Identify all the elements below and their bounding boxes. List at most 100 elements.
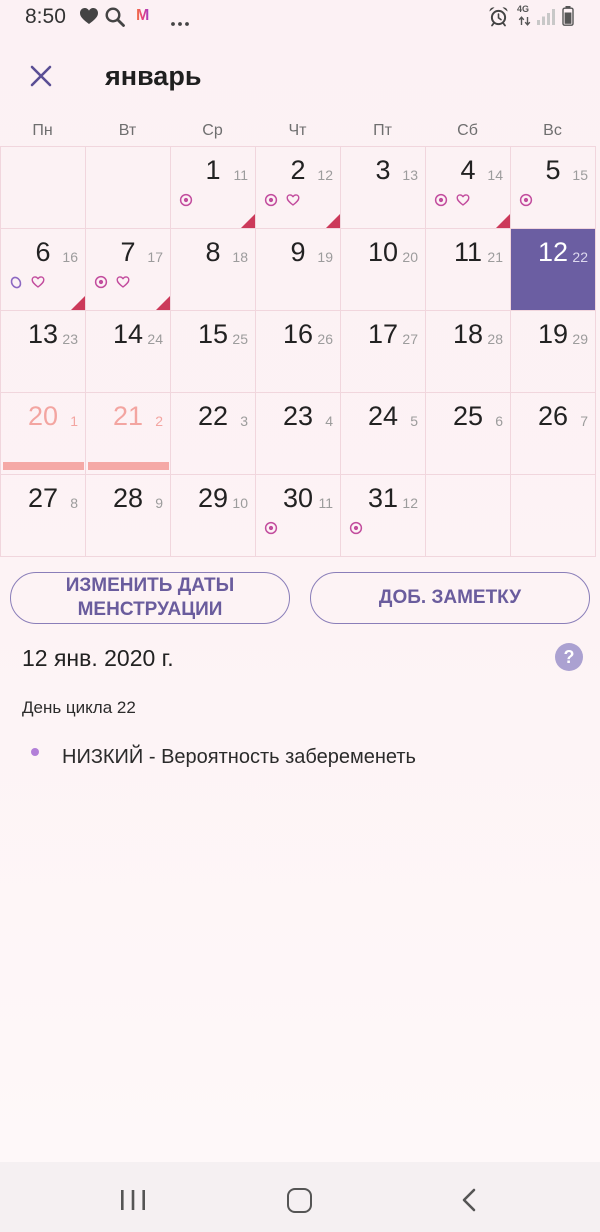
- day-cell[interactable]: 3 13: [341, 147, 426, 229]
- empty-cell: [86, 147, 171, 229]
- dot-circle-icon: [349, 521, 363, 535]
- dot-circle-icon: [519, 193, 533, 207]
- signal-icon: [537, 8, 555, 25]
- day-cell[interactable]: 9 19: [256, 229, 341, 311]
- day-cell[interactable]: 18 28: [426, 311, 511, 393]
- cycle-day-number: 16: [62, 249, 78, 265]
- period-bar: [3, 462, 84, 470]
- cycle-day-number: 21: [487, 249, 503, 265]
- dot-circle-icon: [264, 521, 278, 535]
- cycle-day-number: 12: [402, 495, 418, 511]
- day-cell[interactable]: 23 4: [256, 393, 341, 475]
- back-icon[interactable]: [461, 1188, 477, 1212]
- dot-circle-icon: [94, 275, 108, 289]
- cycle-day-number: 26: [317, 331, 333, 347]
- empty-cell: [1, 147, 86, 229]
- weekday-label: Вс: [543, 122, 562, 139]
- cycle-day-number: 28: [487, 331, 503, 347]
- period-bar: [88, 462, 169, 470]
- weekday-label: Сб: [457, 122, 478, 139]
- day-cell[interactable]: 29 10: [171, 475, 256, 557]
- network-icon: 4G: [517, 5, 532, 27]
- day-cell[interactable]: 31 12: [341, 475, 426, 557]
- add-note-button[interactable]: ДОБ. ЗАМЕТКУ: [310, 572, 590, 624]
- day-cell[interactable]: 6 16: [1, 229, 86, 311]
- cycle-day-number: 13: [402, 167, 418, 183]
- pregnancy-chance-text: НИЗКИЙ - Вероятность забеременеть: [62, 746, 416, 768]
- search-icon: [104, 6, 126, 28]
- day-cell[interactable]: 15 25: [171, 311, 256, 393]
- day-cell[interactable]: 14 24: [86, 311, 171, 393]
- weekday-label: Пт: [373, 122, 392, 139]
- note-flag-marker: [326, 214, 340, 228]
- edit-period-dates-button[interactable]: ИЗМЕНИТЬ ДАТЫ МЕНСТРУАЦИИ: [10, 572, 290, 624]
- day-cell[interactable]: 10 20: [341, 229, 426, 311]
- home-icon[interactable]: [287, 1188, 312, 1213]
- day-cell[interactable]: 7 17: [86, 229, 171, 311]
- day-cell[interactable]: 28 9: [86, 475, 171, 557]
- weekday-label: Пн: [32, 122, 53, 139]
- day-cell[interactable]: 5 15: [511, 147, 596, 229]
- day-cell[interactable]: 16 26: [256, 311, 341, 393]
- cycle-day-number: 4: [325, 413, 333, 429]
- weekday-label: Вт: [118, 122, 137, 139]
- cycle-day-number: 27: [402, 331, 418, 347]
- day-cell[interactable]: 26 7: [511, 393, 596, 475]
- dot-circle-icon: [264, 193, 278, 207]
- day-cell[interactable]: 4 14: [426, 147, 511, 229]
- cycle-day-number: 11: [318, 495, 333, 511]
- day-cell[interactable]: 22 3: [171, 393, 256, 475]
- day-cell[interactable]: 212: [86, 393, 171, 475]
- day-cell[interactable]: 11 21: [426, 229, 511, 311]
- more-dots-icon: [170, 14, 190, 26]
- dot-circle-icon: [179, 193, 193, 207]
- weekday-label: Чт: [288, 122, 307, 139]
- day-cell[interactable]: 25 6: [426, 393, 511, 475]
- status-bar: 8:50 M 4G: [0, 0, 600, 36]
- day-icons: [519, 193, 533, 207]
- heart-icon: [456, 193, 470, 207]
- day-cell[interactable]: 27 8: [1, 475, 86, 557]
- oval-icon: [9, 275, 23, 289]
- day-cell[interactable]: 12 22: [511, 229, 596, 311]
- cycle-day-number: 11: [233, 167, 248, 183]
- day-cell[interactable]: 24 5: [341, 393, 426, 475]
- day-cell[interactable]: 30 11: [256, 475, 341, 557]
- day-cell[interactable]: 1 11: [171, 147, 256, 229]
- empty-cell: [426, 475, 511, 557]
- day-icons: [9, 275, 45, 289]
- cycle-day-number: 10: [232, 495, 248, 511]
- heart-icon: [31, 275, 45, 289]
- day-icons: [264, 193, 300, 207]
- cycle-day-number: 9: [155, 495, 163, 511]
- day-cell[interactable]: 212: [256, 147, 341, 229]
- close-button[interactable]: [29, 64, 53, 88]
- weekday-label: Ср: [202, 122, 223, 139]
- day-icons: [434, 193, 470, 207]
- cycle-day-number: 29: [572, 331, 588, 347]
- empty-cell: [511, 475, 596, 557]
- cycle-day-number: 20: [402, 249, 418, 265]
- day-cell[interactable]: 13 23: [1, 311, 86, 393]
- day-cell[interactable]: 19 29: [511, 311, 596, 393]
- day-cell[interactable]: 20 1: [1, 393, 86, 475]
- dot-circle-icon: [434, 193, 448, 207]
- heart-icon: [116, 275, 130, 289]
- edit-period-dates-label: ИЗМЕНИТЬ ДАТЫ МЕНСТРУАЦИИ: [65, 575, 235, 620]
- note-flag-marker: [71, 296, 85, 310]
- cycle-day-number: 8: [70, 495, 78, 511]
- weekday-header: Пн Вт Ср Чт Пт Сб Вс: [0, 113, 595, 148]
- day-cell[interactable]: 8 18: [171, 229, 256, 311]
- cycle-day-number: 3: [240, 413, 248, 429]
- cycle-day-number: 22: [572, 249, 588, 265]
- day-icons: [179, 193, 193, 207]
- day-cell[interactable]: 17 27: [341, 311, 426, 393]
- cycle-day-number: 6: [495, 413, 503, 429]
- month-title: январь: [105, 61, 202, 91]
- recent-apps-icon[interactable]: [120, 1189, 146, 1211]
- cycle-day-number: 15: [572, 167, 588, 183]
- calendar-grid: 1 11 2 12 3 13 4 14 5 15 6 16 7 17 8 18 9 19 10 20 11 21 12 22 1…: [0, 146, 596, 557]
- help-icon[interactable]: ?: [555, 643, 583, 671]
- cycle-day-number: 18: [232, 249, 248, 265]
- cycle-day-number: 2: [155, 413, 163, 429]
